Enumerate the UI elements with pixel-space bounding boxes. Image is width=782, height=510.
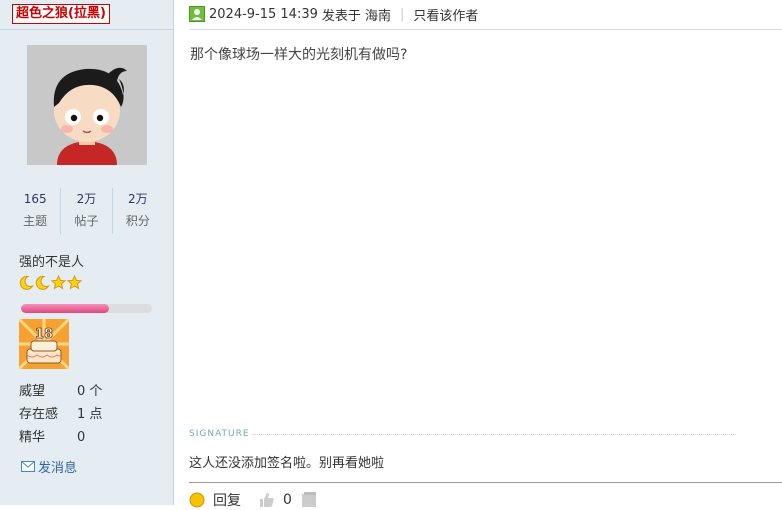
info-key: 威望	[19, 384, 46, 399]
stat-label: 积分	[125, 214, 150, 228]
like-count: 0	[283, 492, 292, 508]
info-row-prestige: 威望 0 个	[19, 380, 102, 403]
footer-divider	[189, 482, 782, 483]
author-username[interactable]: 超色之狼(拉黑)	[12, 4, 110, 24]
info-key: 精华	[19, 430, 46, 445]
stat-value: 2万	[128, 192, 148, 206]
user-online-icon	[189, 6, 205, 22]
stat-threads[interactable]: 165 主题	[10, 188, 62, 234]
stat-value: 2万	[76, 192, 97, 206]
rank-icons	[19, 275, 82, 290]
birthday-cake-medal-icon[interactable]: 18	[17, 317, 71, 371]
signature-label: SIGNATURE	[189, 429, 250, 439]
reply-label: 回复	[213, 493, 241, 509]
avatar-image	[27, 45, 147, 165]
send-message-label: 发消息	[38, 461, 78, 476]
header-divider	[189, 29, 782, 30]
rank-title: 强的不是人	[19, 255, 85, 270]
info-value: 1 点	[77, 407, 103, 422]
posted-in: 发表于 海南	[321, 8, 392, 24]
stat-posts[interactable]: 2万 帖子	[61, 188, 113, 234]
level-progress-bar	[21, 304, 152, 313]
info-row-presence: 存在感 1 点	[19, 403, 102, 426]
stat-label: 帖子	[74, 214, 99, 228]
more-button[interactable]	[300, 492, 318, 508]
svg-text:18: 18	[35, 327, 53, 342]
reply-icon	[189, 492, 205, 508]
only-author-link[interactable]: 只看该作者	[413, 5, 478, 24]
header-separator: |	[400, 6, 405, 22]
signature-text: 这人还没添加签名啦。别再看她啦	[189, 456, 385, 471]
reply-button[interactable]: 回复	[189, 490, 241, 510]
author-stats: 165 主题 2万 帖子 2万 积分	[10, 188, 163, 234]
like-button[interactable]: 0	[259, 492, 292, 508]
envelope-icon	[21, 461, 35, 472]
star-icon	[51, 275, 66, 290]
author-sidebar: 超色之狼(拉黑) 165 主题 2万 帖子 2万 积分 强的不是人 18 威望 …	[0, 0, 174, 505]
info-key: 存在感	[19, 407, 59, 422]
send-message-link[interactable]: 发消息	[21, 457, 77, 476]
post-main: 2024-9-15 14:39 发表于 海南 | 只看该作者 那个像球场一样大的…	[174, 0, 782, 509]
post-content: 那个像球场一样大的光刻机有做吗?	[190, 47, 408, 63]
stat-value: 165	[23, 192, 47, 206]
info-row-digest: 精华 0	[19, 426, 102, 449]
moon-icon	[19, 275, 34, 290]
post-header: 2024-9-15 14:39 发表于 海南 | 只看该作者	[189, 3, 478, 25]
sidebar-divider	[0, 29, 173, 30]
post-timestamp: 2024-9-15 14:39	[209, 6, 318, 22]
card-icon	[301, 492, 316, 507]
star-icon	[67, 275, 82, 290]
thumbs-up-icon	[260, 493, 274, 507]
avatar[interactable]	[27, 45, 147, 165]
info-value: 0 个	[77, 384, 103, 399]
stat-credits[interactable]: 2万 积分	[113, 188, 163, 234]
post-actions: 回复 0	[189, 490, 318, 510]
level-progress-fill	[21, 304, 109, 313]
info-value: 0	[77, 430, 86, 445]
signature-divider	[252, 434, 736, 435]
stat-label: 主题	[23, 214, 48, 228]
moon-icon	[35, 275, 50, 290]
author-info: 威望 0 个 存在感 1 点 精华 0	[19, 380, 102, 449]
